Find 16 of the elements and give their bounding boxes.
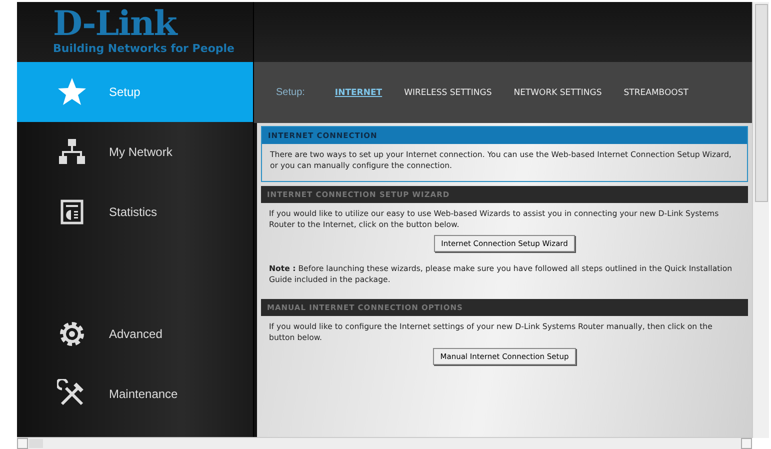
sidebar-item[interactable]: Statistics [17, 182, 253, 242]
vertical-scrollbar[interactable] [752, 2, 769, 438]
tab[interactable]: INTERNET [334, 88, 382, 98]
tab[interactable]: WIRELESS SETTINGS [404, 88, 492, 98]
tab[interactable]: STREAMBOOST [624, 88, 688, 98]
sidebar-item[interactable]: Advanced [17, 304, 253, 364]
gear-icon [57, 319, 87, 349]
tab-bar-label: Setup: [276, 87, 305, 98]
star-icon [57, 77, 87, 107]
logo-text: D-Link [53, 6, 178, 42]
logo-tagline: Building Networks for People [53, 42, 236, 56]
sidebar-item[interactable]: Maintenance [17, 364, 253, 424]
tab[interactable]: NETWORK SETTINGS [514, 88, 602, 98]
sidebar-item[interactable]: My Network [17, 122, 253, 182]
horizontal-scrollbar[interactable] [17, 437, 752, 449]
network-icon [57, 137, 87, 167]
